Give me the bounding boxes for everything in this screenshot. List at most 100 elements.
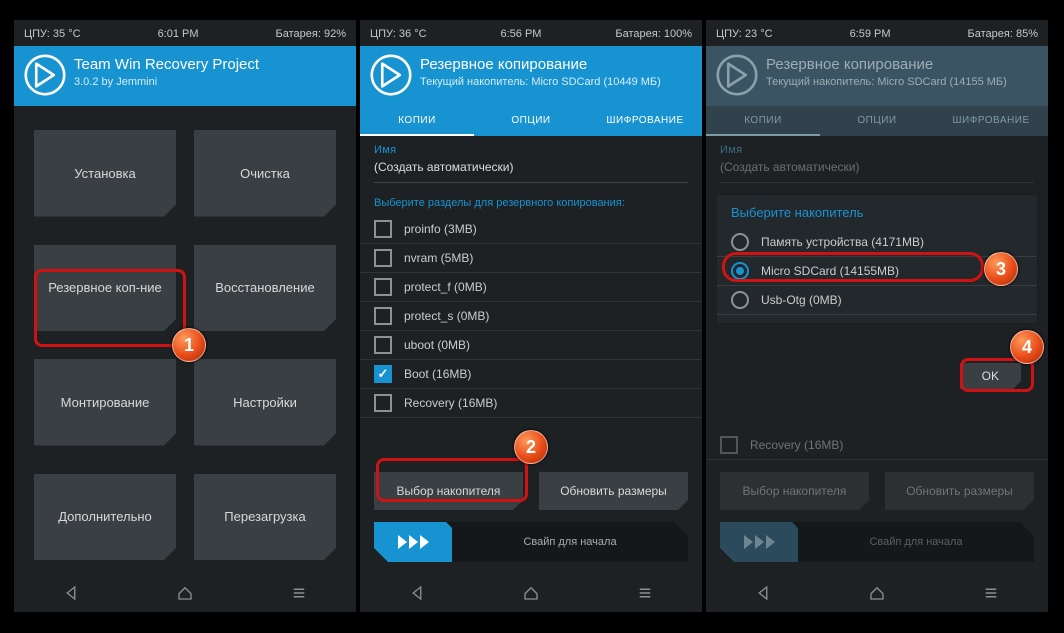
header: Резервное копирование Текущий накопитель… — [706, 46, 1048, 106]
header-subtitle: Текущий накопитель: Micro SDCard (10449 … — [420, 76, 661, 88]
partition-uboot[interactable]: uboot (0MB) — [360, 331, 702, 360]
partition-recovery[interactable]: Recovery (16MB) — [360, 389, 702, 418]
menu-reboot[interactable]: Перезагрузка — [194, 474, 336, 561]
swipe-thumb[interactable] — [374, 522, 452, 562]
nav-back-icon[interactable] — [408, 584, 426, 602]
partition-protectf[interactable]: protect_f (0MB) — [360, 273, 702, 302]
partitions-header: Выберите разделы для резервного копирова… — [360, 187, 702, 215]
nav-home-icon[interactable] — [522, 584, 540, 602]
partitions-list: proinfo (3MB) nvram (5MB) protect_f (0MB… — [360, 215, 702, 460]
checkbox-icon — [374, 394, 392, 412]
name-section: Имя (Создать автоматически) — [706, 136, 1048, 187]
menu-wipe[interactable]: Очистка — [194, 130, 336, 217]
checkbox-icon — [374, 278, 392, 296]
partition-proinfo[interactable]: proinfo (3MB) — [360, 215, 702, 244]
status-cpu: ЦПУ: 23 °C — [716, 28, 773, 40]
screen-3-select-storage: ЦПУ: 23 °C 6:59 PM Батарея: 85% Резервно… — [706, 20, 1048, 612]
android-navbar — [360, 570, 702, 612]
twrp-logo-icon — [24, 54, 66, 96]
menu-settings[interactable]: Настройки — [194, 359, 336, 446]
header-subtitle: 3.0.2 by Jemmini — [74, 76, 259, 88]
refresh-sizes-button[interactable]: Обновить размеры — [539, 472, 688, 510]
status-battery: Батарея: 92% — [276, 28, 346, 40]
nav-recent-icon[interactable] — [290, 584, 308, 602]
status-time: 6:56 PM — [501, 28, 542, 40]
screen-2-backup: ЦПУ: 36 °C 6:56 PM Батарея: 100% Резервн… — [360, 20, 702, 612]
checkbox-icon — [374, 220, 392, 238]
tab-options[interactable]: ОПЦИИ — [474, 106, 588, 136]
ok-button[interactable]: OK — [960, 363, 1021, 389]
nav-back-icon[interactable] — [754, 584, 772, 602]
checkbox-checked-icon — [374, 365, 392, 383]
name-label: Имя — [374, 144, 688, 156]
radio-icon — [731, 233, 749, 251]
name-value[interactable]: (Создать автоматически) — [374, 156, 688, 183]
storage-usb-otg[interactable]: Usb-Otg (0MB) — [717, 286, 1037, 315]
radio-selected-icon — [731, 262, 749, 280]
status-cpu: ЦПУ: 35 °C — [24, 28, 81, 40]
status-battery: Батарея: 100% — [615, 28, 692, 40]
name-label: Имя — [720, 144, 1034, 156]
nav-home-icon[interactable] — [176, 584, 194, 602]
callout-badge-1: 1 — [172, 328, 206, 362]
radio-icon — [731, 291, 749, 309]
twrp-logo-icon — [716, 54, 758, 96]
menu-install[interactable]: Установка — [34, 130, 176, 217]
nav-recent-icon[interactable] — [636, 584, 654, 602]
tab-bar: КОПИИ ОПЦИИ ШИФРОВАНИЕ — [360, 106, 702, 136]
storage-device-memory[interactable]: Память устройства (4171MB) — [717, 228, 1037, 257]
header: Резервное копирование Текущий накопитель… — [360, 46, 702, 106]
android-navbar — [706, 570, 1048, 612]
callout-badge-4: 4 — [1010, 330, 1044, 364]
partition-boot[interactable]: Boot (16MB) — [360, 360, 702, 389]
tab-bar: КОПИИ ОПЦИИ ШИФРОВАНИЕ — [706, 106, 1048, 136]
status-bar: ЦПУ: 35 °C 6:01 PM Батарея: 92% — [14, 20, 356, 46]
menu-advanced[interactable]: Дополнительно — [34, 474, 176, 561]
partition-recovery-dim: Recovery (16MB) — [706, 431, 1048, 460]
header: Team Win Recovery Project 3.0.2 by Jemmi… — [14, 46, 356, 106]
status-cpu: ЦПУ: 36 °C — [370, 28, 427, 40]
checkbox-icon — [374, 336, 392, 354]
status-time: 6:01 PM — [158, 28, 199, 40]
tab-encryption: ШИФРОВАНИЕ — [934, 106, 1048, 136]
select-storage-button[interactable]: Выбор накопителя — [374, 472, 523, 510]
swipe-slider[interactable]: Свайп для начала — [374, 522, 688, 562]
swipe-thumb — [720, 522, 798, 562]
header-title: Резервное копирование — [420, 56, 661, 73]
status-bar: ЦПУ: 23 °C 6:59 PM Батарея: 85% — [706, 20, 1048, 46]
header-title: Team Win Recovery Project — [74, 56, 259, 73]
header-title: Резервное копирование — [766, 56, 1007, 73]
name-section: Имя (Создать автоматически) — [360, 136, 702, 187]
status-bar: ЦПУ: 36 °C 6:56 PM Батарея: 100% — [360, 20, 702, 46]
tab-copies[interactable]: КОПИИ — [360, 106, 474, 136]
menu-backup[interactable]: Резервное коп-ние — [34, 245, 176, 332]
refresh-sizes-button: Обновить размеры — [885, 472, 1034, 510]
nav-recent-icon[interactable] — [982, 584, 1000, 602]
tab-encryption[interactable]: ШИФРОВАНИЕ — [588, 106, 702, 136]
button-row: Выбор накопителя Обновить размеры — [360, 460, 702, 518]
status-battery: Батарея: 85% — [968, 28, 1038, 40]
select-storage-button: Выбор накопителя — [720, 472, 869, 510]
nav-back-icon[interactable] — [62, 584, 80, 602]
menu-mount[interactable]: Монтирование — [34, 359, 176, 446]
tab-options: ОПЦИИ — [820, 106, 934, 136]
partition-nvram[interactable]: nvram (5MB) — [360, 244, 702, 273]
name-value: (Создать автоматически) — [720, 156, 1034, 183]
screen-1-twrp-home: ЦПУ: 35 °C 6:01 PM Батарея: 92% Team Win… — [14, 20, 356, 612]
swipe-label: Свайп для начала — [798, 536, 1034, 548]
checkbox-icon — [720, 436, 738, 454]
nav-home-icon[interactable] — [868, 584, 886, 602]
twrp-logo-icon — [370, 54, 412, 96]
swipe-label: Свайп для начала — [452, 536, 688, 548]
checkbox-icon — [374, 307, 392, 325]
header-subtitle: Текущий накопитель: Micro SDCard (14155 … — [766, 76, 1007, 88]
callout-badge-3: 3 — [984, 252, 1018, 286]
menu-restore[interactable]: Восстановление — [194, 245, 336, 332]
swipe-slider: Свайп для начала — [720, 522, 1034, 562]
dialog-title: Выберите накопитель — [717, 195, 1037, 228]
tab-copies: КОПИИ — [706, 106, 820, 136]
checkbox-icon — [374, 249, 392, 267]
status-time: 6:59 PM — [850, 28, 891, 40]
android-navbar — [14, 570, 356, 612]
partition-protects[interactable]: protect_s (0MB) — [360, 302, 702, 331]
